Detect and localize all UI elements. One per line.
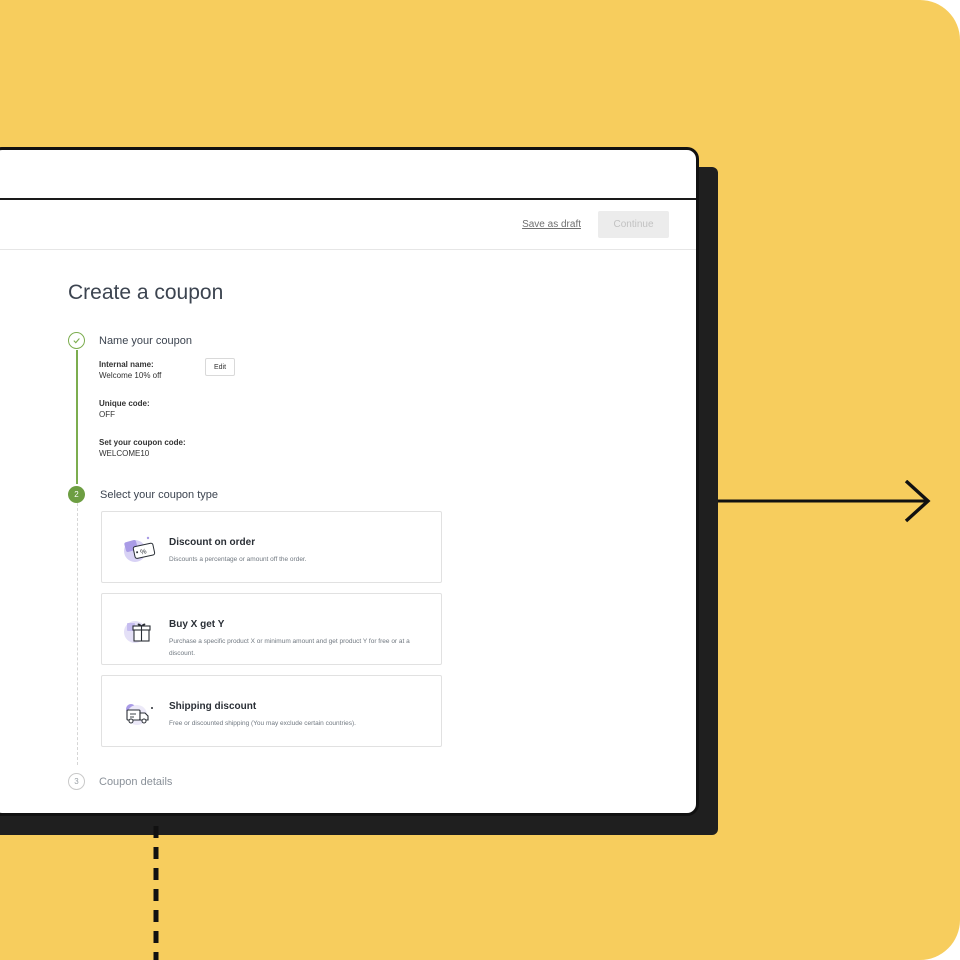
coupon-type-shipping-discount[interactable]: Shipping discount Free or discounted shi… xyxy=(101,675,442,747)
check-icon xyxy=(73,338,80,344)
main-content: Create a coupon xyxy=(68,281,696,305)
unique-code-value: OFF xyxy=(99,410,115,419)
continue-button[interactable]: Continue xyxy=(598,211,669,238)
internal-name-field: Internal name: Welcome 10% off xyxy=(99,359,161,381)
step-1-label[interactable]: Name your coupon xyxy=(99,335,192,347)
coupon-code-label: Set your coupon code: xyxy=(99,438,186,447)
coupon-code-value: WELCOME10 xyxy=(99,449,150,458)
truck-icon xyxy=(126,704,153,725)
yellow-background: Save as draft Continue Create a coupon N… xyxy=(0,0,960,960)
step-3-label[interactable]: Coupon details xyxy=(99,776,172,788)
unique-code-field: Unique code: OFF xyxy=(99,398,150,420)
save-as-draft-link[interactable]: Save as draft xyxy=(522,219,581,230)
tag-percent-icon: % xyxy=(124,536,156,562)
coupon-type-title: Buy X get Y xyxy=(169,619,225,630)
internal-name-value: Welcome 10% off xyxy=(99,371,162,380)
coupon-type-description: Purchase a specific product X or minimum… xyxy=(169,638,410,657)
step-2-label[interactable]: Select your coupon type xyxy=(100,489,218,501)
internal-name-label: Internal name: xyxy=(99,360,154,369)
app-window: Save as draft Continue Create a coupon N… xyxy=(0,147,699,816)
step-1-indicator xyxy=(68,332,85,349)
unique-code-label: Unique code: xyxy=(99,399,150,408)
step-connector-pending xyxy=(77,503,78,765)
coupon-code-field: Set your coupon code: WELCOME10 xyxy=(99,437,186,459)
coupon-type-title: Discount on order xyxy=(169,537,256,548)
coupon-type-buy-x-get-y[interactable]: Buy X get Y Purchase a specific product … xyxy=(101,593,442,665)
gift-icon xyxy=(124,621,151,643)
coupon-type-description: Discounts a percentage or amount off the… xyxy=(169,556,307,563)
step-connector-completed xyxy=(76,350,78,484)
arrow-right-icon xyxy=(718,480,931,523)
coupon-type-description: Free or discounted shipping (You may exc… xyxy=(169,720,356,727)
edit-button[interactable]: Edit xyxy=(205,358,235,376)
window-header xyxy=(0,150,696,200)
step-3-indicator: 3 xyxy=(68,773,85,790)
step-2-indicator: 2 xyxy=(68,486,85,503)
page-title: Create a coupon xyxy=(68,281,224,304)
action-toolbar: Save as draft Continue xyxy=(0,200,696,250)
coupon-type-title: Shipping discount xyxy=(169,701,257,712)
dotted-connector xyxy=(153,826,159,960)
coupon-type-discount-on-order[interactable]: % Discount on order Discounts a percenta… xyxy=(101,511,442,583)
